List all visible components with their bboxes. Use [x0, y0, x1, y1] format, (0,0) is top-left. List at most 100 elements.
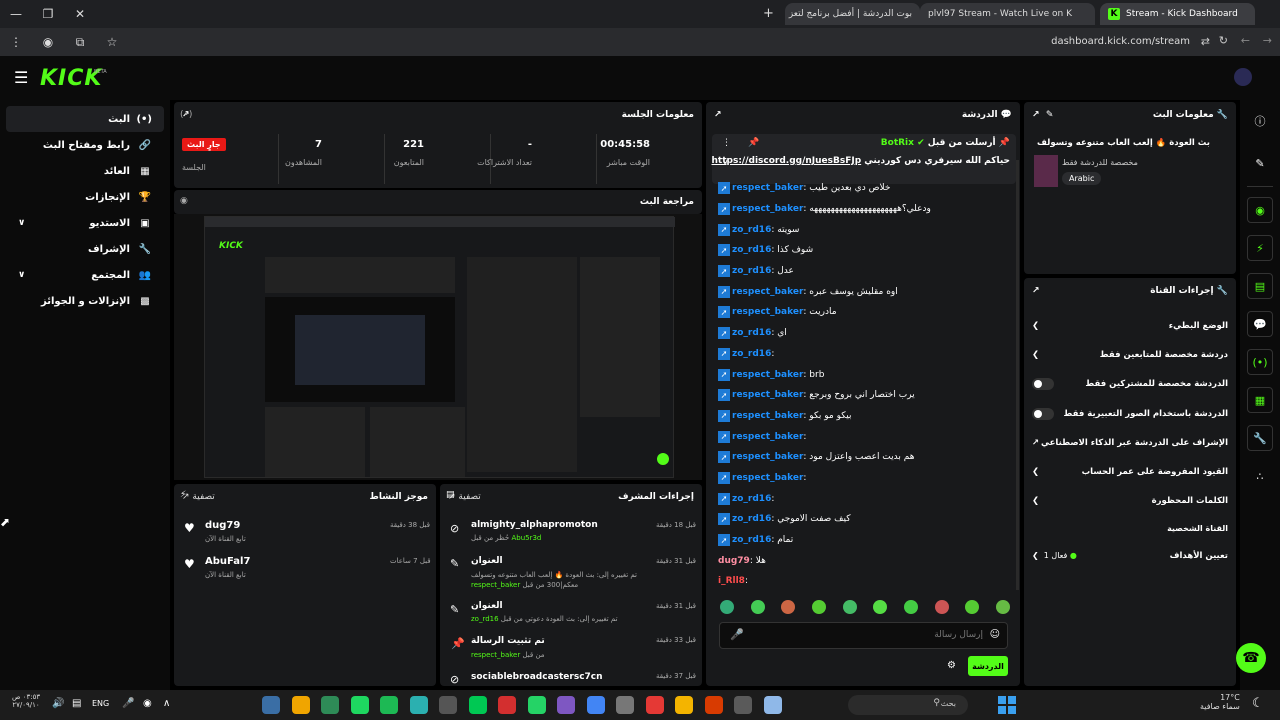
broadcast-icon[interactable]: (•): [1247, 349, 1273, 375]
info-icon[interactable]: ⓘ: [1247, 108, 1273, 134]
mic-icon[interactable]: 🎤: [730, 628, 744, 641]
store-icon[interactable]: [763, 696, 782, 714]
emote-icon[interactable]: [720, 600, 734, 614]
chat-input[interactable]: إرسال رسالة ☺ 🎤: [719, 622, 1008, 649]
chat-username[interactable]: respect_baker: [732, 370, 803, 380]
chevron-down-icon[interactable]: ∨: [722, 158, 729, 168]
network-icon[interactable]: ▤: [72, 698, 81, 709]
chat-username[interactable]: dug79: [718, 556, 750, 566]
chat-message[interactable]: i_Rll8:: [718, 571, 1014, 592]
channel-action-row[interactable]: القيود المفروضة على عمر الحساب ❯: [1024, 457, 1236, 486]
edit-pencil-icon[interactable]: ✎: [1046, 110, 1054, 120]
emote-icon[interactable]: [842, 600, 857, 614]
chat-message[interactable]: ➚ zo_rd16: اي: [718, 323, 1014, 344]
restore-icon[interactable]: ❐: [32, 7, 64, 21]
anydesk-icon[interactable]: [527, 696, 546, 714]
camera-icon[interactable]: [645, 696, 664, 714]
emote-icon[interactable]: [781, 600, 796, 614]
chat-message[interactable]: ➚ respect_baker: بيكو مو بكو: [718, 406, 1014, 427]
activity-filter-button[interactable]: تصفية ↗: [182, 492, 215, 502]
emoji-icon[interactable]: ☺: [990, 629, 1000, 640]
stream-preview[interactable]: KICK: [174, 214, 702, 480]
extensions-icon[interactable]: ⧉: [64, 35, 96, 50]
chat-username[interactable]: zo_rd16: [732, 349, 771, 359]
menu-dots-icon[interactable]: ⋮: [0, 35, 32, 49]
chat-message[interactable]: dug79: هلا: [718, 550, 1014, 571]
layout-icon[interactable]: ▦: [1247, 387, 1273, 413]
channel-action-row[interactable]: الدردشة باستخدام الصور التعبيرية فقط: [1024, 399, 1236, 428]
help-headset-button[interactable]: ☎: [1236, 643, 1266, 673]
mic-icon[interactable]: 🎤: [122, 698, 134, 709]
reload-icon[interactable]: ↻: [1219, 34, 1228, 47]
chat-message[interactable]: ➚ zo_rd16: تمام: [718, 530, 1014, 551]
sidebar-item-community[interactable]: 👥 المجتمع ∨: [6, 262, 164, 288]
settings-gear-icon[interactable]: ⚙: [947, 660, 956, 671]
popout-icon[interactable]: ↗: [1032, 286, 1040, 296]
windows-start-icon[interactable]: [998, 696, 1016, 714]
chat-username[interactable]: zo_rd16: [732, 514, 771, 524]
pin-icon[interactable]: 📌: [748, 138, 759, 148]
chat-message[interactable]: ➚ respect_baker: يرب اختصار اني بروح وبرج…: [718, 385, 1014, 406]
taskbar-search[interactable]: بحث ⚲: [848, 695, 968, 715]
emote-icon[interactable]: [903, 600, 918, 614]
wps-icon[interactable]: [675, 696, 693, 714]
url-field[interactable]: dashboard.kick.com/stream: [1051, 36, 1190, 47]
chat-message[interactable]: ➚ zo_rd16: شوف كذا: [718, 240, 1014, 261]
chat-message[interactable]: ➚ zo_rd16:: [718, 488, 1014, 509]
new-tab-icon[interactable]: +: [763, 6, 774, 21]
sidebar-item-drops[interactable]: ▩ الإنزالات و الجوائز: [6, 288, 164, 314]
file-icon[interactable]: [380, 696, 398, 714]
sidebar-item-revenue[interactable]: ▦ العائد: [6, 158, 164, 184]
chat-username[interactable]: respect_baker: [732, 204, 803, 214]
edit-icon[interactable]: ✎: [1247, 150, 1273, 176]
chat-username[interactable]: zo_rd16: [732, 328, 771, 338]
forward-icon[interactable]: →: [1263, 34, 1272, 47]
spotify-icon[interactable]: [409, 696, 428, 714]
discord-icon[interactable]: [586, 696, 605, 714]
chat-message[interactable]: ➚ zo_rd16: كيف صفت الاموجي: [718, 509, 1014, 530]
weather-widget[interactable]: 17°C سماء صافية: [1200, 693, 1240, 711]
toggle-switch[interactable]: [1032, 407, 1054, 420]
send-chat-button[interactable]: الدردشة: [968, 656, 1008, 676]
popout-icon[interactable]: ↗: [714, 110, 722, 120]
chrome-canary-icon[interactable]: [291, 696, 310, 714]
chat-message[interactable]: ➚ respect_baker: مادريت: [718, 302, 1014, 323]
emote-icon[interactable]: [750, 600, 765, 614]
minecraft-icon[interactable]: [321, 696, 339, 714]
goals-row[interactable]: تعيين الأهداف ● فعال 1 ❯: [1024, 541, 1236, 570]
chat-scrollbar[interactable]: [1016, 160, 1019, 590]
pinned-link[interactable]: https://discord.gg/nJuesBsFJp: [712, 156, 862, 166]
chat-username[interactable]: zo_rd16: [732, 266, 771, 276]
chat-message[interactable]: ➚ zo_rd16: عدل: [718, 261, 1014, 282]
language-indicator[interactable]: ENG: [92, 699, 109, 708]
clock[interactable]: ٠٣:٥٣ ص ٢٧/٠٩/١٠: [12, 693, 40, 709]
sidebar-item-achievements[interactable]: 🏆 الإنجازات: [6, 184, 164, 210]
chat-message[interactable]: ➚ respect_baker:: [718, 468, 1014, 489]
chat-icon[interactable]: 💬: [1247, 311, 1273, 337]
chat-username[interactable]: zo_rd16: [732, 535, 771, 545]
chat-username[interactable]: respect_baker: [732, 307, 803, 317]
close-window-icon[interactable]: ✕: [64, 7, 96, 21]
chat-username[interactable]: respect_baker: [732, 390, 803, 400]
channel-action-row[interactable]: الكلمات المحظورة ❯: [1024, 487, 1236, 516]
popout-icon[interactable]: ↗: [1032, 110, 1040, 120]
hamburger-menu-icon[interactable]: ☰: [14, 68, 28, 87]
chat-username[interactable]: respect_baker: [732, 432, 803, 442]
chat-username[interactable]: respect_baker: [732, 452, 803, 462]
vpn-icon[interactable]: [439, 696, 457, 714]
chat-message[interactable]: ➚ respect_baker: ودعلي؟هههههههههههههههههه…: [718, 199, 1014, 220]
chat-message[interactable]: ➚ respect_baker:: [718, 426, 1014, 447]
tab-plvl97[interactable]: plvl97 Stream - Watch Live on K: [920, 3, 1095, 25]
chat-username[interactable]: respect_baker: [732, 473, 803, 483]
minimize-icon[interactable]: —: [0, 7, 32, 21]
chat-username[interactable]: respect_baker: [732, 183, 803, 193]
chat-message[interactable]: ➚ respect_baker: brb: [718, 364, 1014, 385]
volume-icon[interactable]: 🔊: [52, 698, 64, 709]
sidebar-item-stream-key[interactable]: 🔗 رابط ومفتاح البث: [6, 132, 164, 158]
tab-chatbot[interactable]: بوت الدردشة | أفضل برنامج لتعز: [785, 3, 920, 25]
emote-icon[interactable]: [995, 600, 1010, 614]
chat-username[interactable]: i_Rll8: [718, 576, 745, 586]
back-icon[interactable]: ←: [1241, 34, 1250, 47]
emote-icon[interactable]: [811, 600, 826, 614]
apps-icon[interactable]: ∴: [1247, 463, 1273, 489]
